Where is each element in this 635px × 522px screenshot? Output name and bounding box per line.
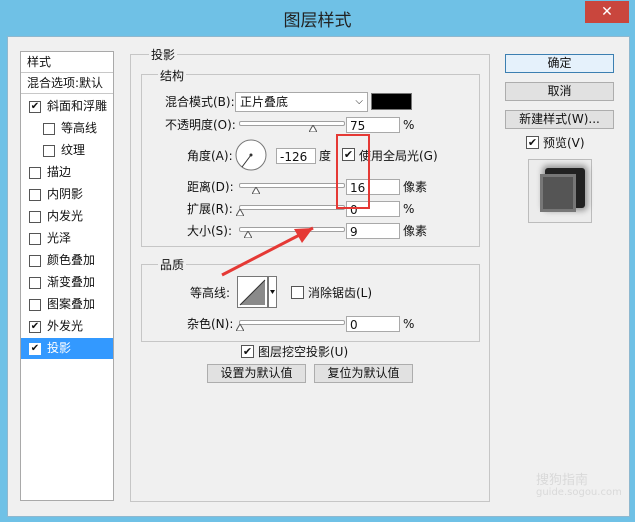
layer-style-dialog: 图层样式 ✕ 样式 混合选项:默认 ✔斜面和浮雕 等高线 纹理 描边 内阴影 — [0, 0, 635, 522]
annotation-arrow — [221, 226, 314, 277]
